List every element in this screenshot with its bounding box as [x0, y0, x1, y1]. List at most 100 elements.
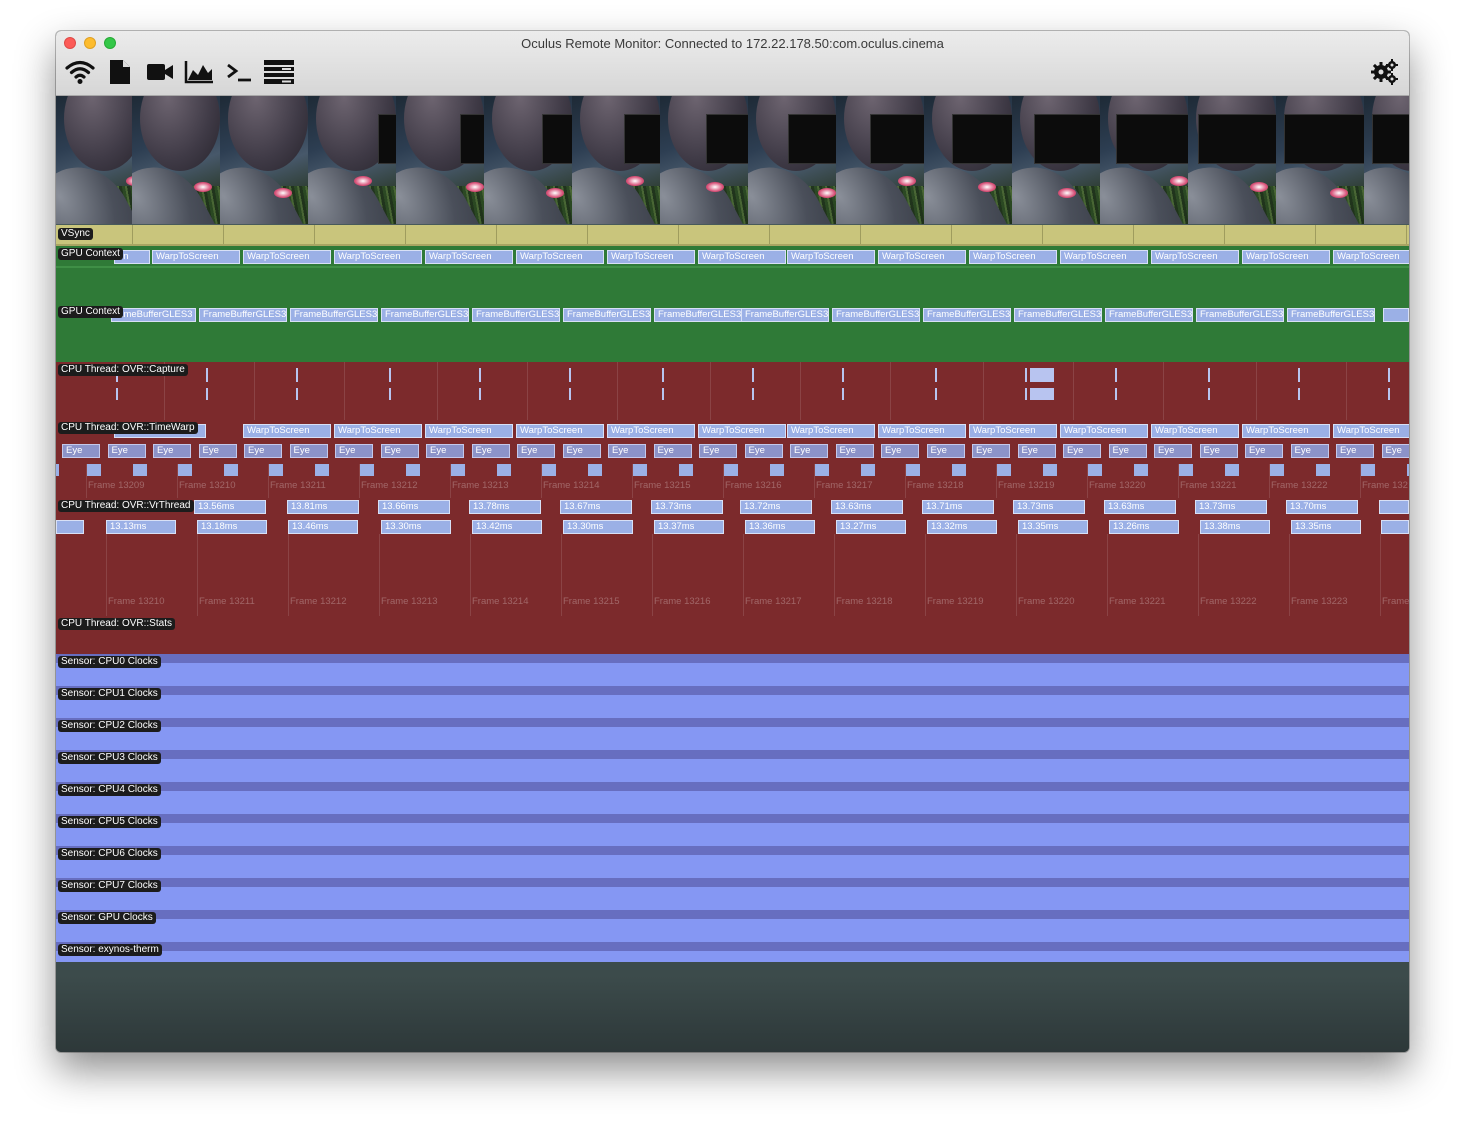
- sensor-label: Sensor: CPU4 Clocks: [58, 784, 161, 796]
- timewarp-marker: [769, 464, 784, 476]
- track-cpu-stats[interactable]: CPU Thread: OVR::Stats: [56, 616, 1409, 654]
- framebuffer-event: FrameBufferGLES3: [741, 308, 829, 322]
- frame-divider: [925, 534, 926, 616]
- timewarp-marker: [1179, 464, 1193, 476]
- warp-event: WarpToScreen: [1060, 250, 1148, 264]
- vrthread-bottom-event: 13.30ms: [563, 520, 633, 534]
- eye-event: Eye: [426, 444, 464, 458]
- sensor-track[interactable]: Sensor: CPU4 Clocks: [56, 782, 1409, 814]
- frame-divider: [1380, 534, 1381, 616]
- sensor-track[interactable]: Sensor: CPU0 Clocks: [56, 654, 1409, 686]
- capture-marker: [662, 368, 664, 382]
- sensor-track[interactable]: Sensor: CPU2 Clocks: [56, 718, 1409, 750]
- wifi-icon[interactable]: [64, 57, 96, 87]
- track-label-cpu-timewarp: CPU Thread: OVR::TimeWarp: [58, 422, 198, 434]
- timewarp-marker: [132, 464, 147, 476]
- eye-event: Eye: [1381, 444, 1409, 458]
- vsync-marker: [223, 225, 224, 246]
- frame-thumbnail[interactable]: [1364, 96, 1409, 224]
- vsync-marker: [951, 225, 952, 246]
- vsync-marker: [587, 225, 588, 246]
- terminal-icon[interactable]: [223, 57, 255, 87]
- track-cpu-vrthread[interactable]: CPU Thread: OVR::VrThread 13.56ms 13.81ms…: [56, 498, 1409, 616]
- frame-divider: [268, 464, 269, 498]
- frame-divider: [1360, 464, 1361, 498]
- frame-label: Frame 13214: [472, 596, 529, 607]
- track-gpu-context[interactable]: GPU Context rameBufferGLES3 FrameBufferGL…: [56, 304, 1409, 362]
- log-list-icon[interactable]: [263, 57, 295, 87]
- sensor-label: Sensor: CPU7 Clocks: [58, 880, 161, 892]
- timewarp-marker: [542, 464, 556, 476]
- frame-divider: [288, 534, 289, 616]
- vrthread-top-event: 13.72ms: [740, 500, 812, 514]
- eye-event: Eye: [107, 444, 146, 458]
- area-graph-icon[interactable]: [183, 57, 215, 87]
- warp-event: WarpToScreen: [516, 250, 604, 264]
- gear-icon[interactable]: [1368, 57, 1400, 87]
- frame-thumbnail[interactable]: [1188, 96, 1280, 224]
- track-cpu-capture[interactable]: CPU Thread: OVR::Capture: [56, 362, 1409, 420]
- sensor-track[interactable]: Sensor: GPU Clocks: [56, 910, 1409, 942]
- frame-thumbnail[interactable]: [1276, 96, 1368, 224]
- video-camera-icon[interactable]: [144, 57, 176, 87]
- track-cpu-timewarp[interactable]: CPU Thread: OVR::TimeWarp ScreenWarpToSc…: [56, 420, 1409, 498]
- warp-event: WarpToScreen: [698, 250, 786, 264]
- frame-thumbnail[interactable]: [484, 96, 576, 224]
- eye-event: Eye: [1336, 444, 1374, 458]
- frame-label: Frame 13221: [1180, 480, 1237, 491]
- eye-event: Eye: [790, 444, 828, 458]
- sensor-label: Sensor: exynos-therm: [58, 944, 162, 956]
- frame-label: Frame 13217: [745, 596, 802, 607]
- warp-event: WarpToScreen: [1060, 424, 1148, 438]
- track-vsync[interactable]: VSync: [56, 225, 1409, 246]
- capture-divider: [983, 362, 984, 420]
- capture-marker: [1298, 368, 1300, 382]
- frame-thumbnail[interactable]: [132, 96, 224, 224]
- timeline-view[interactable]: VSync GPU Context en WarpToScreen WarpToSc…: [56, 96, 1409, 1052]
- timewarp-marker: [1224, 464, 1239, 476]
- document-icon[interactable]: [104, 57, 136, 87]
- app-window: Oculus Remote Monitor: Connected to 172.…: [56, 31, 1409, 1052]
- frame-thumbnail[interactable]: [1100, 96, 1192, 224]
- warp-event: WarpToScreen: [334, 424, 422, 438]
- capture-marker: [1298, 388, 1300, 400]
- vrthread-top-event: [1379, 500, 1409, 514]
- frame-divider: [86, 464, 87, 498]
- eye-event: Eye: [198, 444, 237, 458]
- vrthread-bottom-event: 13.13ms: [106, 520, 176, 534]
- sensor-track[interactable]: Sensor: exynos-therm: [56, 942, 1409, 962]
- sensor-track[interactable]: Sensor: CPU3 Clocks: [56, 750, 1409, 782]
- frame-thumbnail[interactable]: [660, 96, 752, 224]
- frame-thumbnail[interactable]: [924, 96, 1016, 224]
- sensor-track[interactable]: Sensor: CPU1 Clocks: [56, 686, 1409, 718]
- frame-thumbnail[interactable]: [396, 96, 488, 224]
- vsync-marker: [1133, 225, 1134, 246]
- timewarp-marker: [87, 464, 101, 476]
- timewarp-marker: [405, 464, 420, 476]
- capture-divider: [254, 362, 255, 420]
- frame-thumbnail[interactable]: [308, 96, 400, 224]
- capture-marker: [1388, 368, 1390, 382]
- frame-thumbnail[interactable]: [572, 96, 664, 224]
- timewarp-marker: [633, 464, 647, 476]
- frame-label: Frame 13220: [1089, 480, 1146, 491]
- vrthread-bottom-event: [1381, 520, 1409, 534]
- warp-event: WarpToScreen: [878, 424, 966, 438]
- sensor-track[interactable]: Sensor: CPU6 Clocks: [56, 846, 1409, 878]
- sensor-track[interactable]: Sensor: CPU7 Clocks: [56, 878, 1409, 910]
- sensor-label: Sensor: GPU Clocks: [58, 912, 156, 924]
- track-gpu-context[interactable]: GPU Context en WarpToScreen WarpToScreen Wa…: [56, 246, 1409, 304]
- frame-thumbnail[interactable]: [1012, 96, 1104, 224]
- frame-thumbnail[interactable]: [220, 96, 312, 224]
- eye-event: Eye: [471, 444, 510, 458]
- eye-event: Eye: [335, 444, 373, 458]
- timewarp-marker: [1315, 464, 1330, 476]
- warp-event: WarpToScreen: [1151, 424, 1239, 438]
- eye-event: Eye: [926, 444, 965, 458]
- warp-event: WarpToScreen: [787, 250, 875, 264]
- frame-thumbnail[interactable]: [836, 96, 928, 224]
- sensor-track[interactable]: Sensor: CPU5 Clocks: [56, 814, 1409, 846]
- frame-thumbnail[interactable]: [748, 96, 840, 224]
- vrthread-bottom-event: 13.37ms: [654, 520, 724, 534]
- frame-thumbnail-strip[interactable]: [56, 96, 1409, 224]
